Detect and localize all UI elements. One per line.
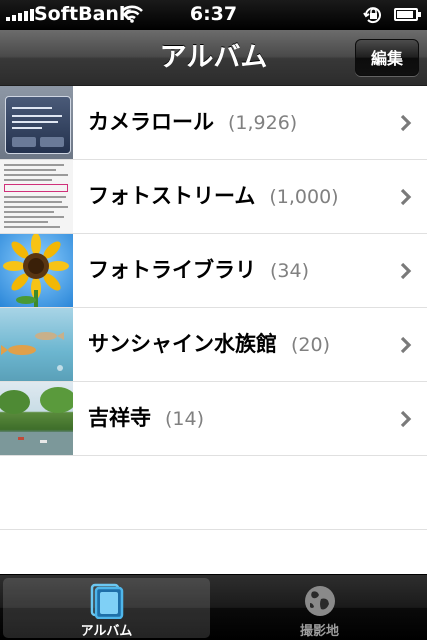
photos-app-screen: SoftBank 6:37 アルバム 編集 カメラロール (1,926) フォト… <box>0 0 427 640</box>
navigation-bar: アルバム 編集 <box>0 30 427 86</box>
album-count: (1,000) <box>269 186 339 208</box>
album-row-camera-roll[interactable]: カメラロール (1,926) <box>0 86 427 160</box>
album-thumbnail <box>0 160 73 233</box>
chevron-right-icon <box>400 114 412 132</box>
album-row-sunshine-aquarium[interactable]: サンシャイン水族館 (20) <box>0 308 427 382</box>
album-name: フォトライブラリ (34) <box>88 258 310 282</box>
tab-places[interactable]: 撮影地 <box>216 578 423 639</box>
album-count: (1,926) <box>228 112 298 134</box>
chevron-right-icon <box>400 262 412 280</box>
albums-icon <box>90 583 123 619</box>
status-bar: SoftBank 6:37 <box>0 0 427 30</box>
album-thumbnail <box>0 234 73 307</box>
album-thumbnail <box>0 382 73 455</box>
album-thumbnail <box>0 86 73 159</box>
battery-level <box>397 11 413 18</box>
tab-label: 撮影地 <box>299 624 339 639</box>
tab-albums[interactable]: アルバム <box>3 578 210 639</box>
album-count: (14) <box>165 408 205 430</box>
album-name: カメラロール (1,926) <box>88 110 298 134</box>
edit-button[interactable]: 編集 <box>355 39 419 76</box>
album-row-photo-library[interactable]: フォトライブラリ (34) <box>0 234 427 308</box>
album-name: サンシャイン水族館 (20) <box>88 332 331 356</box>
album-row-photo-stream[interactable]: フォトストリーム (1,000) <box>0 160 427 234</box>
album-list: カメラロール (1,926) フォトストリーム (1,000) フォトライブラリ… <box>0 86 427 574</box>
globe-icon <box>304 586 335 616</box>
chevron-right-icon <box>400 410 412 428</box>
album-row-kichijoji[interactable]: 吉祥寺 (14) <box>0 382 427 456</box>
album-count: (20) <box>291 334 331 356</box>
album-count: (34) <box>270 260 310 282</box>
rotation-lock-icon <box>363 7 381 24</box>
album-name: 吉祥寺 (14) <box>88 406 205 430</box>
tab-label: アルバム <box>80 624 133 639</box>
tab-bar: アルバム 撮影地 <box>0 574 427 640</box>
album-thumbnail <box>0 308 73 381</box>
album-name: フォトストリーム (1,000) <box>88 184 339 208</box>
battery-icon <box>394 8 421 21</box>
chevron-right-icon <box>400 188 412 206</box>
empty-list-row <box>0 456 427 530</box>
chevron-right-icon <box>400 336 412 354</box>
